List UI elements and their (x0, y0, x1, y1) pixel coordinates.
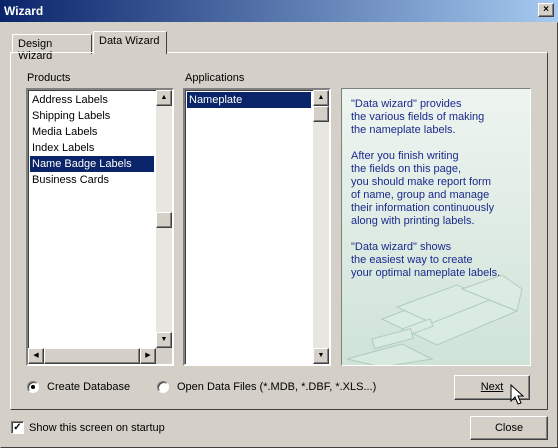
products-listbox[interactable]: Address Labels Shipping Labels Media Lab… (26, 88, 174, 366)
list-item[interactable]: Shipping Labels (30, 108, 154, 124)
show-on-startup-label: Show this screen on startup (29, 421, 165, 434)
products-label: Products (27, 72, 71, 84)
scroll-down-icon[interactable]: ▼ (313, 348, 329, 364)
checkmark-icon[interactable]: ✓ (11, 421, 24, 434)
window-title: Wizard (4, 4, 44, 18)
list-item[interactable]: Media Labels (30, 124, 154, 140)
tab-data-wizard[interactable]: Data Wizard (93, 31, 167, 54)
products-vertical-scrollbar[interactable]: ▲ ▼ (156, 90, 172, 348)
info-paragraph: After you finish writing the fields on t… (351, 150, 495, 227)
scroll-thumb[interactable] (313, 106, 329, 122)
open-data-files-radio[interactable]: Open Data Files (*.MDB, *.DBF, *.XLS...) (157, 381, 376, 393)
show-on-startup-checkbox[interactable]: ✓ Show this screen on startup (11, 421, 165, 434)
list-item[interactable]: Index Labels (30, 140, 154, 156)
applications-listbox[interactable]: Nameplate ▲ ▼ (183, 88, 331, 366)
info-text: "Data wizard" provides the various field… (351, 98, 523, 293)
scroll-down-icon[interactable]: ▼ (156, 332, 172, 348)
info-paragraph: "Data wizard" provides the various field… (351, 98, 485, 136)
applications-vertical-scrollbar[interactable]: ▲ ▼ (313, 90, 329, 364)
products-horizontal-scrollbar[interactable]: ◀ ▶ (28, 348, 156, 364)
list-item-selected[interactable]: Nameplate (187, 92, 311, 108)
title-bar: Wizard × (0, 0, 558, 22)
scroll-left-icon[interactable]: ◀ (28, 348, 44, 364)
radio-dot-icon[interactable] (27, 381, 39, 393)
scroll-thumb[interactable] (44, 348, 140, 364)
mouse-cursor-icon (510, 384, 525, 405)
close-window-icon[interactable]: × (538, 3, 554, 17)
scroll-up-icon[interactable]: ▲ (156, 90, 172, 106)
next-button-label: Next (480, 381, 504, 393)
close-button[interactable]: Close (470, 416, 548, 440)
list-item[interactable]: Business Cards (30, 172, 154, 188)
open-data-files-label: Open Data Files (*.MDB, *.DBF, *.XLS...) (177, 381, 377, 393)
scroll-thumb[interactable] (156, 212, 172, 228)
applications-label: Applications (185, 72, 245, 84)
radio-dot-icon[interactable] (157, 381, 169, 393)
info-paragraph: "Data wizard" shows the easiest way to c… (351, 241, 501, 279)
list-item[interactable]: Address Labels (30, 92, 154, 108)
create-database-radio[interactable]: Create Database (27, 381, 130, 393)
scroll-corner (156, 348, 172, 364)
tab-design-wizard[interactable]: Design Wizard (12, 34, 92, 62)
scroll-right-icon[interactable]: ▶ (140, 348, 156, 364)
info-panel: "Data wizard" provides the various field… (341, 88, 531, 366)
create-database-label: Create Database (47, 381, 131, 393)
scroll-up-icon[interactable]: ▲ (313, 90, 329, 106)
list-item-selected[interactable]: Name Badge Labels (30, 156, 154, 172)
